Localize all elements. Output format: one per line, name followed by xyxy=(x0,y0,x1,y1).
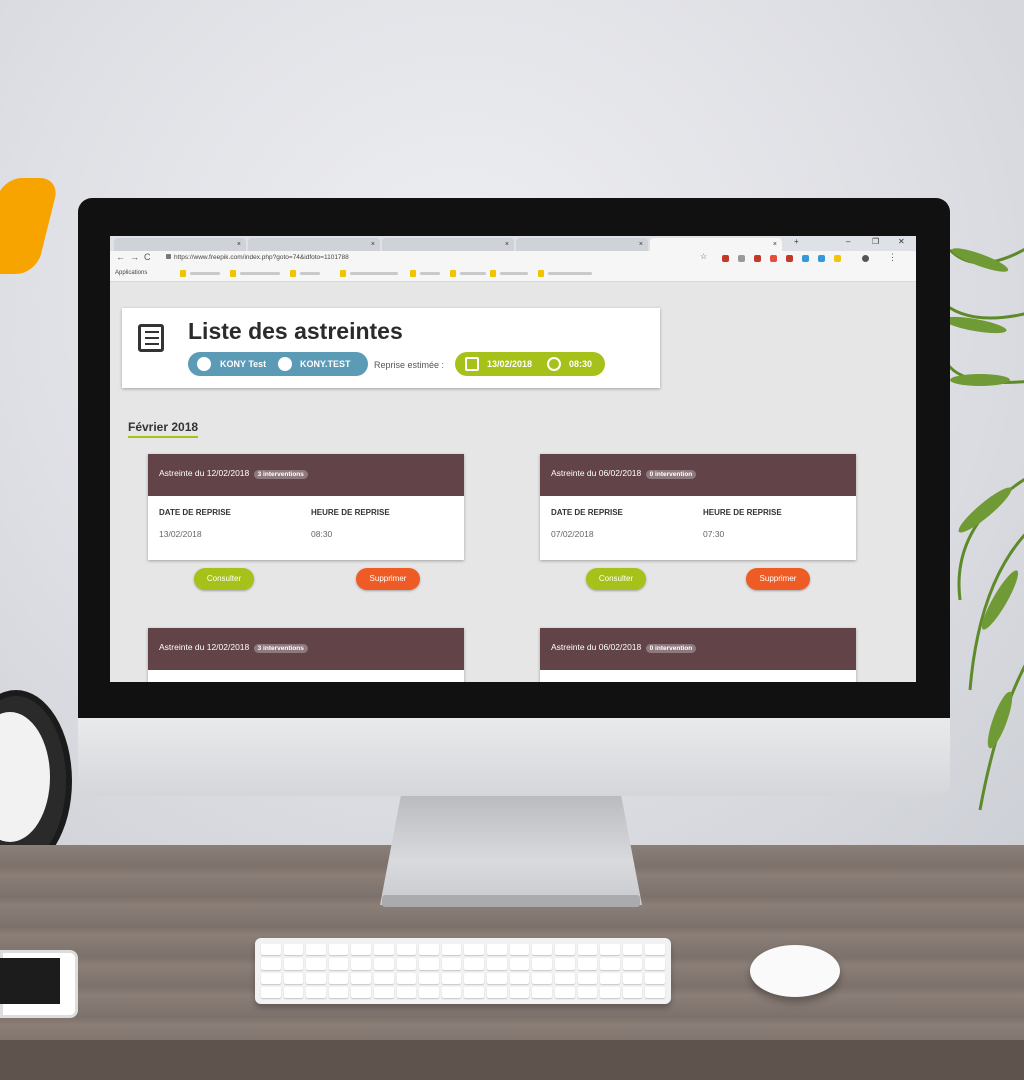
card-title: Astreinte du 12/02/2018 xyxy=(159,468,250,478)
folder-icon[interactable] xyxy=(490,270,496,277)
close-icon[interactable]: × xyxy=(505,238,509,251)
interventions-badge: 3 interventions xyxy=(253,470,308,479)
astreinte-card: Astreinte du 12/02/2018 3 interventions xyxy=(148,628,464,682)
user-pill: KONY Test KONY.TEST xyxy=(188,352,368,376)
astreinte-card: Astreinte du 06/02/2018 0 intervention D… xyxy=(540,454,856,560)
desk-edge xyxy=(0,1040,1024,1080)
folder-icon[interactable] xyxy=(230,270,236,277)
smartphone-screen xyxy=(0,958,60,1004)
date-column-label: DATE DE REPRISE xyxy=(551,508,623,517)
interventions-badge: 0 intervention xyxy=(645,470,697,479)
card-title: Astreinte du 12/02/2018 xyxy=(159,642,250,652)
bookmark-applications[interactable]: Applications xyxy=(115,270,147,276)
browser-tab[interactable]: × xyxy=(382,238,514,251)
clock-icon xyxy=(547,357,561,371)
user-name: KONY Test xyxy=(220,359,267,369)
browser-tab[interactable]: × xyxy=(114,238,246,251)
browser-tab-strip: × × × × × + – ❐ ✕ xyxy=(110,236,916,251)
globe-icon xyxy=(278,357,292,371)
page-title: Liste des astreintes xyxy=(188,318,403,344)
folder-icon[interactable] xyxy=(290,270,296,277)
reload-icon[interactable]: C xyxy=(144,252,151,262)
extension-icon[interactable] xyxy=(738,255,745,262)
folder-icon[interactable] xyxy=(410,270,416,277)
time-column-label: HEURE DE REPRISE xyxy=(311,508,390,517)
close-icon[interactable]: × xyxy=(773,238,777,251)
consult-button[interactable]: Consulter xyxy=(194,568,254,590)
reprise-date-value: 13/02/2018 xyxy=(159,529,202,539)
close-icon[interactable]: × xyxy=(237,238,241,251)
user-icon xyxy=(197,357,211,371)
folder-icon[interactable] xyxy=(538,270,544,277)
interventions-badge: 0 intervention xyxy=(645,644,697,653)
folder-icon[interactable] xyxy=(450,270,456,277)
new-tab-button[interactable]: + xyxy=(794,237,799,246)
browser-tab-active[interactable]: × xyxy=(650,238,782,251)
extension-icon[interactable] xyxy=(818,255,825,262)
mouse xyxy=(750,945,840,997)
monitor-stand xyxy=(380,795,642,905)
close-window-button[interactable]: ✕ xyxy=(898,237,905,246)
extension-icon[interactable] xyxy=(754,255,761,262)
astreinte-card: Astreinte du 12/02/2018 3 interventions … xyxy=(148,454,464,560)
astreinte-card: Astreinte du 06/02/2018 0 intervention xyxy=(540,628,856,682)
imac-monitor: × × × × × + – ❐ ✕ ← → C https://www.free… xyxy=(78,198,950,796)
card-header: Astreinte du 12/02/2018 3 interventions xyxy=(148,454,464,496)
bookmarks-bar: Applications xyxy=(110,267,916,282)
monitor-screen: × × × × × + – ❐ ✕ ← → C https://www.free… xyxy=(110,236,916,682)
calendar-icon xyxy=(465,357,479,371)
month-heading: Février 2018 xyxy=(128,420,199,438)
close-icon[interactable]: × xyxy=(371,238,375,251)
browser-toolbar: ← → C https://www.freepik.com/index.php?… xyxy=(110,251,916,267)
monitor-bezel: × × × × × + – ❐ ✕ ← → C https://www.free… xyxy=(78,198,950,718)
reprise-pill: 13/02/2018 08:30 xyxy=(455,352,605,376)
back-icon[interactable]: ← xyxy=(116,252,125,262)
star-icon[interactable]: ☆ xyxy=(700,252,707,261)
forward-icon[interactable]: → xyxy=(130,252,139,262)
folder-icon[interactable] xyxy=(180,270,186,277)
delete-button[interactable]: Supprimer xyxy=(356,568,420,590)
maximize-button[interactable]: ❐ xyxy=(872,237,879,246)
reprise-label: Reprise estimée : xyxy=(374,360,445,370)
browser-tab[interactable]: × xyxy=(248,238,380,251)
interventions-badge: 3 interventions xyxy=(253,644,308,653)
profile-icon[interactable] xyxy=(862,255,869,262)
browser-tab[interactable]: × xyxy=(516,238,648,251)
minimize-button[interactable]: – xyxy=(846,237,850,246)
card-title: Astreinte du 06/02/2018 xyxy=(551,468,642,478)
card-title: Astreinte du 06/02/2018 xyxy=(551,642,642,652)
reprise-date-value: 07/02/2018 xyxy=(551,529,594,539)
reprise-time-value: 07:30 xyxy=(703,529,725,539)
url-field[interactable]: https://www.freepik.com/index.php?goto=7… xyxy=(174,254,349,261)
time-column-label: HEURE DE REPRISE xyxy=(703,508,782,517)
web-page: Liste des astreintes KONY Test KONY.TEST… xyxy=(110,282,916,682)
page-header-card: Liste des astreintes KONY Test KONY.TEST… xyxy=(122,308,660,388)
consult-button[interactable]: Consulter xyxy=(586,568,646,590)
user-login: KONY.TEST xyxy=(300,359,351,369)
monitor-stand-base xyxy=(382,895,640,907)
menu-icon[interactable]: ⋮ xyxy=(888,252,897,263)
delete-button[interactable]: Supprimer xyxy=(746,568,810,590)
card-header: Astreinte du 06/02/2018 0 intervention xyxy=(540,628,856,670)
keyboard xyxy=(255,938,671,1004)
reprise-time-value: 08:30 xyxy=(311,529,333,539)
extension-icon[interactable] xyxy=(786,255,793,262)
reprise-date: 13/02/2018 xyxy=(487,359,533,369)
extension-icon[interactable] xyxy=(834,255,841,262)
lock-icon xyxy=(166,254,171,259)
card-header: Astreinte du 06/02/2018 0 intervention xyxy=(540,454,856,496)
extension-icon[interactable] xyxy=(802,255,809,262)
close-icon[interactable]: × xyxy=(639,238,643,251)
date-column-label: DATE DE REPRISE xyxy=(159,508,231,517)
extension-icon[interactable] xyxy=(770,255,777,262)
folder-icon[interactable] xyxy=(340,270,346,277)
list-icon xyxy=(138,324,164,352)
monitor-chin xyxy=(78,718,950,796)
plant-leaves xyxy=(940,247,1024,811)
extension-icon[interactable] xyxy=(722,255,729,262)
reprise-time: 08:30 xyxy=(569,359,593,369)
card-header: Astreinte du 12/02/2018 3 interventions xyxy=(148,628,464,670)
